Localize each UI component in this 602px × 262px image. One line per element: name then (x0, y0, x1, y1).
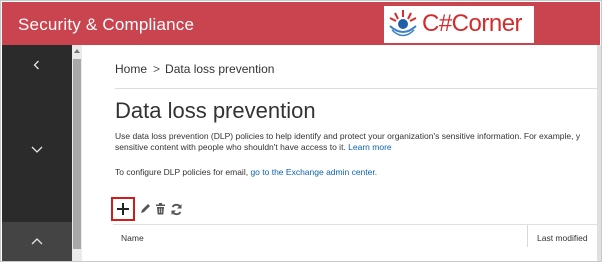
edit-button[interactable] (139, 203, 151, 215)
delete-button[interactable] (155, 203, 166, 215)
app-title[interactable]: Security & Compliance (18, 15, 194, 35)
content-scrollbar[interactable] (597, 45, 601, 261)
description-line-2: sensitive content with people who should… (115, 142, 392, 152)
plus-icon (117, 203, 129, 215)
nav-collapse-button[interactable] (2, 45, 72, 85)
config-text: To configure DLP policies for email, go … (115, 167, 377, 177)
column-header-last-modified[interactable]: Last modified (537, 233, 588, 243)
scroll-up-arrow-icon[interactable] (74, 48, 80, 54)
trash-icon (156, 203, 165, 215)
nav-scrollbar[interactable] (72, 45, 82, 261)
scroll-thumb[interactable] (73, 59, 81, 249)
watermark-logo: C#Corner (384, 6, 534, 43)
chevron-left-icon (33, 60, 39, 70)
description-text: sensitive content with people who should… (115, 142, 346, 152)
header-divider (115, 88, 601, 89)
nav-item-expand[interactable] (2, 129, 72, 169)
column-header-name[interactable]: Name (121, 233, 144, 243)
app-window: Security & Compliance C#Corner Home > Da… (0, 0, 602, 262)
breadcrumb-current: Data loss prevention (165, 62, 275, 76)
page-title: Data loss prevention (115, 98, 316, 123)
main-content: Home > Data loss prevention Data loss prev… (83, 45, 601, 261)
breadcrumb-home-link[interactable]: Home (115, 62, 147, 76)
description-line-1: Use data loss prevention (DLP) policies … (115, 131, 581, 141)
learn-more-link[interactable]: Learn more (348, 142, 391, 152)
pencil-icon (141, 204, 150, 213)
refresh-icon (171, 203, 182, 215)
column-divider[interactable] (527, 225, 528, 247)
nav-item-collapse[interactable] (2, 222, 72, 261)
exchange-admin-link[interactable]: go to the Exchange admin center. (250, 167, 377, 177)
refresh-button[interactable] (170, 203, 183, 216)
breadcrumb-separator: > (153, 62, 161, 76)
left-nav (2, 45, 72, 261)
chevron-up-icon (31, 238, 43, 245)
add-button[interactable] (111, 197, 135, 221)
config-label: To configure DLP policies for email, (115, 167, 249, 177)
chevron-down-icon (31, 146, 43, 153)
top-bar: Security & Compliance C#Corner (2, 2, 600, 45)
logo-graphic-icon (389, 10, 417, 37)
table-header: Name Last modified (113, 224, 601, 250)
breadcrumb: Home > Data loss prevention (115, 62, 274, 76)
logo-text: C#Corner (422, 10, 523, 37)
toolbar (111, 197, 187, 221)
